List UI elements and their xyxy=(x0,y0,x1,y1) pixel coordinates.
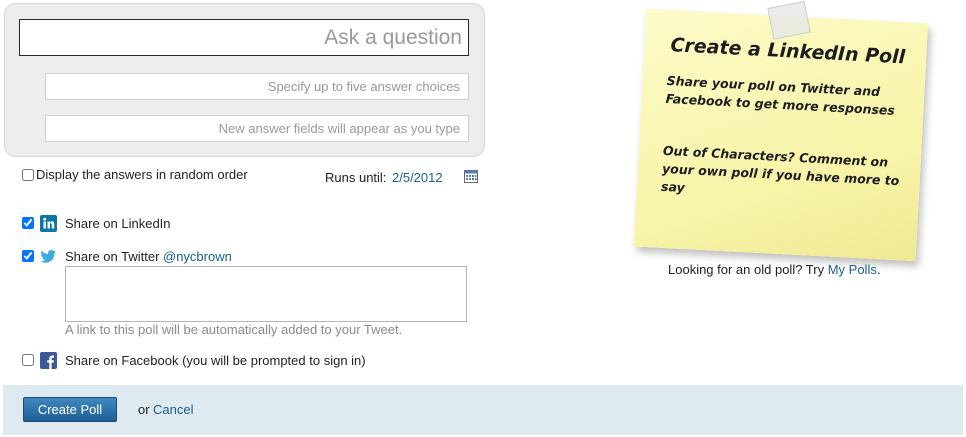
sticky-note: Create a LinkedIn Poll Share your poll o… xyxy=(633,0,929,262)
twitter-bird-icon xyxy=(40,250,56,263)
question-panel xyxy=(4,3,485,157)
old-poll-suffix: . xyxy=(876,262,881,277)
share-twitter-checkbox[interactable] xyxy=(22,250,34,262)
tweet-textarea[interactable] xyxy=(65,266,467,322)
twitter-handle-link[interactable]: @nycbrown xyxy=(163,249,232,264)
share-twitter-label: Share on Twitter xyxy=(65,249,160,264)
share-facebook-label: Share on Facebook (you will be prompted … xyxy=(65,353,366,368)
tweet-note: A link to this poll will be automaticall… xyxy=(65,322,403,337)
tape-decoration xyxy=(767,0,811,40)
linkedin-icon xyxy=(40,215,57,232)
my-polls-link[interactable]: My Polls xyxy=(828,262,877,277)
random-order-checkbox[interactable] xyxy=(22,169,34,181)
facebook-icon xyxy=(40,352,57,369)
sticky-note-share-text: Share your poll on Twitter and Facebook … xyxy=(665,72,896,118)
answer-choice-1-input[interactable] xyxy=(45,73,469,100)
question-input[interactable] xyxy=(19,19,469,56)
sticky-note-title: Create a LinkedIn Poll xyxy=(669,34,906,69)
runs-until-label: Runs until: xyxy=(325,170,387,185)
share-linkedin-checkbox[interactable] xyxy=(22,217,34,229)
share-facebook-checkbox[interactable] xyxy=(22,354,34,366)
sticky-note-comment-text: Out of Characters? Comment on your own p… xyxy=(660,142,900,196)
share-linkedin-label: Share on LinkedIn xyxy=(65,216,171,231)
cancel-link[interactable]: Cancel xyxy=(153,402,193,417)
old-poll-text: Looking for an old poll? Try My Polls. xyxy=(668,262,880,277)
or-text: or xyxy=(138,402,150,417)
answer-choice-2-input[interactable] xyxy=(45,115,469,142)
random-order-label: Display the answers in random order xyxy=(36,167,248,182)
create-poll-button[interactable]: Create Poll xyxy=(23,397,117,422)
runs-until-date-link[interactable]: 2/5/2012 xyxy=(392,170,443,185)
calendar-icon[interactable] xyxy=(464,170,478,183)
footer-action-bar: Create Poll or Cancel xyxy=(3,385,963,435)
old-poll-prompt: Looking for an old poll? Try xyxy=(668,262,828,277)
